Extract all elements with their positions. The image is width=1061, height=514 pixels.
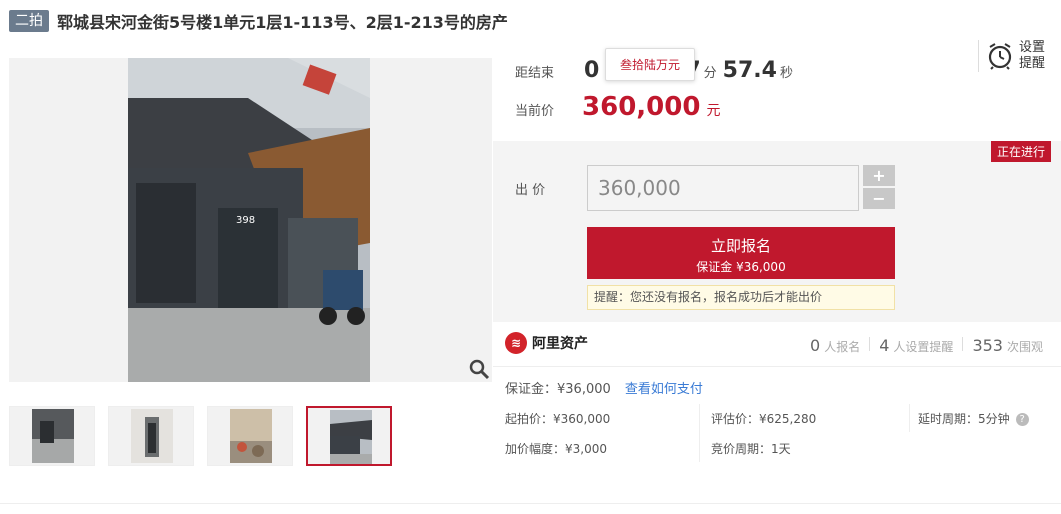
signups-count: 0 (810, 336, 821, 355)
thumbnail-3[interactable] (207, 406, 293, 466)
status-badge: 正在进行 (990, 141, 1051, 162)
price-in-words-tooltip: 叁拾陆万元 (605, 48, 696, 81)
page-title: 郓城县宋河金街5号楼1单元1层1-113号、2层1-213号的房产 (57, 13, 508, 32)
set-reminder-label: 设置提醒 (1019, 40, 1046, 71)
seconds-unit: 秒 (779, 66, 793, 81)
signups-label: 人报名 (824, 340, 861, 354)
ali-assets-logo-icon: ≋ (505, 332, 527, 354)
stats-divider (869, 337, 871, 351)
register-deposit-label: 保证金 ¥36,000 (696, 260, 786, 274)
decrease-bid-button[interactable]: − (863, 188, 895, 209)
bid-panel: 正在进行 出 价 360,000 + − 立即报名 保证金 ¥36,000 提醒… (493, 141, 1061, 322)
current-price: 当前价 360,000 元 (515, 92, 720, 122)
divider (493, 366, 1061, 367)
thumbnail-1[interactable] (9, 406, 95, 466)
brand-name: 阿里资产 (532, 336, 588, 352)
bid-label: 出 价 (515, 183, 546, 198)
appraisal-price: 评估价：¥625,280 (711, 412, 817, 426)
thumbnail-4[interactable] (306, 406, 392, 466)
set-reminder-button[interactable]: 设置提醒 (978, 40, 1047, 72)
auction-stats: 0 人报名 4 人设置提醒 353 次围观 (810, 336, 1043, 355)
round-badge: 二拍 (9, 10, 49, 32)
register-now-label: 立即报名 (710, 237, 771, 255)
countdown-seconds: 57.4 (722, 58, 777, 83)
countdown-label: 距结束 (515, 66, 555, 81)
current-price-value: 360,000 (582, 92, 701, 122)
listing-header: 二拍 郓城县宋河金街5号楼1单元1层1-113号、2层1-213号的房产 (9, 8, 508, 34)
minutes-unit: 分 (703, 66, 717, 81)
column-divider (699, 404, 700, 462)
delay-period-text: 延时周期：5分钟 (918, 412, 1010, 426)
page-bottom-border (0, 503, 1061, 504)
register-now-button[interactable]: 立即报名 保证金 ¥36,000 (587, 227, 895, 279)
current-price-unit: 元 (706, 103, 721, 119)
reminders-count: 4 (879, 336, 890, 355)
reminders-label: 人设置提醒 (893, 340, 954, 354)
auction-info: ≋ 阿里资产 0 人报名 4 人设置提醒 353 次围观 保证金：¥36,000… (493, 324, 1061, 504)
bid-increment: 加价幅度：¥3,000 (505, 442, 607, 456)
magnifier-icon[interactable] (468, 358, 490, 380)
property-photo: 398 (128, 58, 370, 382)
column-divider (909, 404, 910, 432)
alarm-clock-icon (988, 43, 1012, 70)
increase-bid-button[interactable]: + (863, 165, 895, 186)
brand[interactable]: ≋ 阿里资产 (505, 332, 588, 354)
help-icon[interactable]: ? (1015, 413, 1029, 426)
thumbnail-2[interactable] (108, 406, 194, 466)
auction-period: 竞价周期：1天 (711, 442, 791, 456)
views-label: 次围观 (1006, 340, 1043, 354)
bid-amount-input[interactable]: 360,000 (587, 165, 859, 211)
photo-label: 398 (236, 215, 255, 226)
thumbnail-strip (9, 406, 392, 466)
bid-stepper: + − (863, 165, 895, 211)
how-to-pay-link[interactable]: 查看如何支付 (625, 382, 703, 397)
deposit-row: 保证金：¥36,000 查看如何支付 (505, 378, 703, 397)
deposit-amount: 保证金：¥36,000 (505, 382, 611, 397)
start-price: 起拍价：¥360,000 (505, 412, 611, 426)
registration-notice: 提醒：您还没有报名，报名成功后才能出价 (587, 285, 895, 310)
countdown-hours: 0 (584, 58, 600, 83)
delay-period: 延时周期：5分钟? (918, 410, 1029, 427)
current-price-label: 当前价 (515, 104, 555, 119)
stats-divider (962, 337, 964, 351)
views-count: 353 (972, 336, 1003, 355)
main-image-viewer[interactable]: 398 (9, 58, 492, 382)
countdown-panel: 距结束 0 7 分 57.4 秒 叁拾陆万元 当前价 360,000 元 设置提… (493, 34, 1061, 140)
